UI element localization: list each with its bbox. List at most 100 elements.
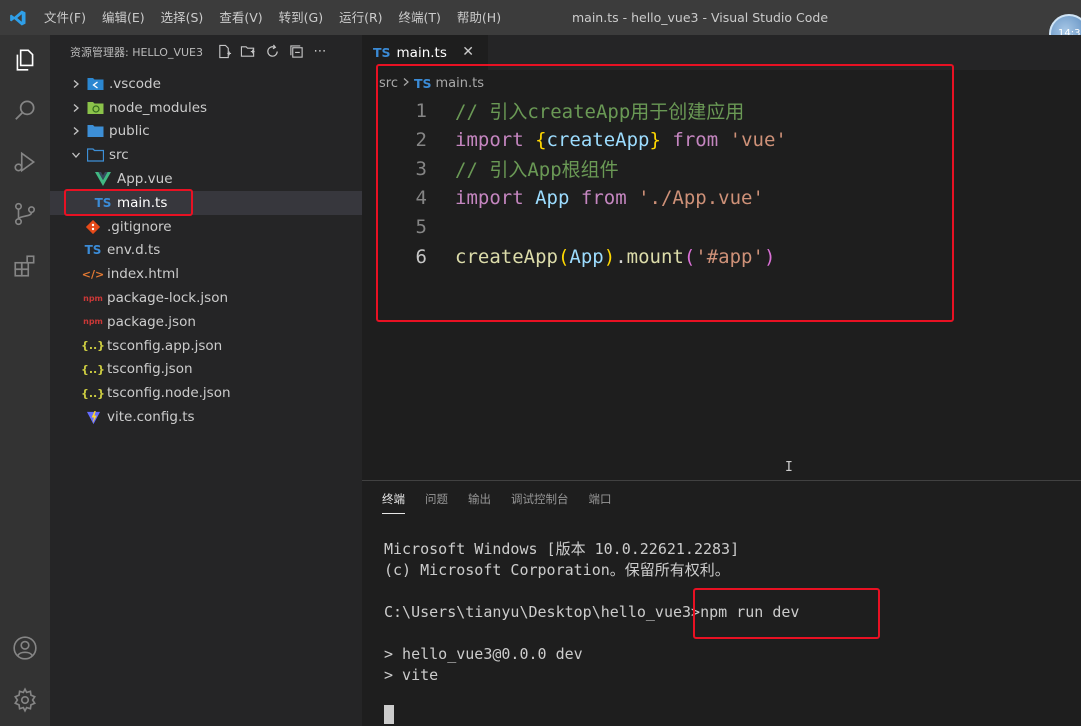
- npm-file-icon: npm: [83, 293, 103, 303]
- tab-ports[interactable]: 端口: [589, 491, 612, 514]
- chevron-right-icon: [68, 76, 84, 92]
- code-punctuation: .: [615, 245, 627, 268]
- code-line: 6 createApp(App).mount('#app'): [362, 242, 1081, 271]
- close-icon[interactable]: ✕: [462, 44, 474, 60]
- tree-item-label: package.json: [107, 313, 196, 330]
- tree-item-label: src: [109, 147, 129, 164]
- code-comment: // 引入createApp用于创建应用: [455, 101, 745, 124]
- editor-tab-bar: TS main.ts ✕: [362, 35, 1081, 70]
- tab-problems[interactable]: 问题: [425, 491, 448, 514]
- folder-open-icon: [86, 147, 104, 163]
- tab-output[interactable]: 输出: [468, 491, 491, 514]
- more-actions-icon[interactable]: ⋯: [312, 44, 328, 60]
- tree-item-gitignore[interactable]: .gitignore: [50, 215, 362, 239]
- explorer-sidebar: 资源管理器: HELLO_VUE3 ⋯ .vscode node_modules…: [50, 35, 362, 726]
- tree-item-env-d-ts[interactable]: TS env.d.ts: [50, 239, 362, 263]
- extensions-icon[interactable]: [10, 251, 40, 281]
- menu-view[interactable]: 查看(V): [211, 0, 270, 35]
- menu-edit[interactable]: 编辑(E): [94, 0, 153, 35]
- tree-item-node-modules[interactable]: node_modules: [50, 96, 362, 120]
- collapse-all-icon[interactable]: [288, 44, 304, 60]
- tree-item-index-html[interactable]: </> index.html: [50, 262, 362, 286]
- tree-item-label: env.d.ts: [107, 242, 161, 259]
- tree-item-main-ts[interactable]: TS main.ts: [50, 190, 362, 215]
- breadcrumb-folder[interactable]: src: [379, 76, 398, 91]
- settings-gear-icon[interactable]: [10, 685, 40, 715]
- tree-item-app-vue[interactable]: App.vue: [50, 167, 362, 191]
- terminal-line: > vite: [384, 666, 439, 684]
- breadcrumb-file[interactable]: main.ts: [436, 76, 484, 91]
- menu-go[interactable]: 转到(G): [271, 0, 331, 35]
- menu-run[interactable]: 运行(R): [331, 0, 390, 35]
- code-string: 'vue': [729, 128, 787, 151]
- code-line: 3 // 引入App根组件: [362, 154, 1081, 183]
- new-folder-icon[interactable]: [240, 44, 256, 60]
- menu-file[interactable]: 文件(F): [36, 0, 94, 35]
- code-paren: ): [603, 245, 616, 268]
- tree-item-tsconfig-node-json[interactable]: {..} tsconfig.node.json: [50, 381, 362, 405]
- line-number: 6: [415, 245, 427, 268]
- code-keyword: import: [455, 187, 524, 210]
- code-string: '#app': [695, 245, 764, 268]
- run-debug-icon[interactable]: [10, 147, 40, 177]
- account-icon[interactable]: [10, 633, 40, 663]
- tree-item-package-json[interactable]: npm package.json: [50, 310, 362, 334]
- chevron-right-icon: [68, 100, 84, 116]
- tree-item-vscode[interactable]: .vscode: [50, 72, 362, 96]
- code-function: mount: [626, 245, 684, 268]
- line-number: 5: [415, 216, 427, 239]
- line-number: 1: [415, 99, 427, 122]
- explorer-icon[interactable]: [10, 45, 40, 75]
- tab-terminal[interactable]: 终端: [382, 491, 405, 514]
- tree-item-tsconfig-app-json[interactable]: {..} tsconfig.app.json: [50, 334, 362, 358]
- menu-terminal[interactable]: 终端(T): [391, 0, 449, 35]
- code-brace: {: [535, 128, 547, 151]
- code-identifier: createApp: [546, 128, 650, 151]
- bottom-panel: 终端 问题 输出 调试控制台 端口 Microsoft Windows [版本 …: [362, 480, 1081, 726]
- tree-item-label: public: [109, 123, 150, 140]
- code-line: 5: [362, 213, 1081, 242]
- tree-item-label: tsconfig.node.json: [107, 385, 231, 402]
- tree-item-src[interactable]: src: [50, 143, 362, 167]
- code-keyword: import: [455, 128, 524, 151]
- tree-item-label: tsconfig.json: [107, 361, 193, 378]
- panel-tabs: 终端 问题 输出 调试控制台 端口: [382, 491, 612, 514]
- code-keyword: from: [580, 187, 627, 210]
- npm-file-icon: npm: [83, 317, 103, 327]
- editor-area: TS main.ts ✕ src TS main.ts 1 // 引入creat…: [362, 35, 1081, 480]
- typescript-file-icon: TS: [84, 243, 102, 258]
- search-icon[interactable]: [10, 95, 40, 125]
- tree-item-tsconfig-json[interactable]: {..} tsconfig.json: [50, 358, 362, 382]
- tree-item-public[interactable]: public: [50, 120, 362, 144]
- menu-help[interactable]: 帮助(H): [449, 0, 509, 35]
- activity-bar: [0, 35, 50, 726]
- typescript-file-icon: TS: [373, 45, 391, 60]
- tree-item-label: vite.config.ts: [107, 409, 195, 426]
- text-cursor-icon: I: [785, 460, 793, 475]
- code-editor[interactable]: 1 // 引入createApp用于创建应用 2 import {createA…: [362, 96, 1081, 271]
- terminal-line: C:\Users\tianyu\Desktop\hello_vue3>npm r…: [384, 603, 800, 621]
- code-line: 4 import App from './App.vue': [362, 184, 1081, 213]
- terminal-line: Microsoft Windows [版本 10.0.22621.2283]: [384, 540, 740, 558]
- code-paren: ): [763, 245, 776, 268]
- new-file-icon[interactable]: [216, 44, 232, 60]
- tree-item-package-lock-json[interactable]: npm package-lock.json: [50, 286, 362, 310]
- json-file-icon: {..}: [80, 386, 106, 400]
- vue-file-icon: [94, 171, 112, 187]
- chevron-right-icon: [68, 123, 84, 139]
- menu-selection[interactable]: 选择(S): [153, 0, 212, 35]
- tree-item-vite-config-ts[interactable]: vite.config.ts: [50, 405, 362, 429]
- tab-debug-console[interactable]: 调试控制台: [511, 491, 569, 514]
- code-comment: // 引入App根组件: [455, 159, 619, 182]
- refresh-icon[interactable]: [264, 44, 280, 60]
- code-identifier: App: [569, 245, 604, 268]
- terminal-line: (c) Microsoft Corporation。保留所有权利。: [384, 561, 730, 579]
- source-control-icon[interactable]: [10, 199, 40, 229]
- tab-main-ts[interactable]: TS main.ts ✕: [362, 35, 488, 70]
- json-file-icon: {..}: [80, 362, 106, 376]
- terminal-output[interactable]: Microsoft Windows [版本 10.0.22621.2283] (…: [384, 539, 799, 686]
- code-line: 2 import {createApp} from 'vue': [362, 125, 1081, 154]
- explorer-actions: ⋯: [216, 35, 328, 68]
- tree-item-label: node_modules: [109, 99, 208, 116]
